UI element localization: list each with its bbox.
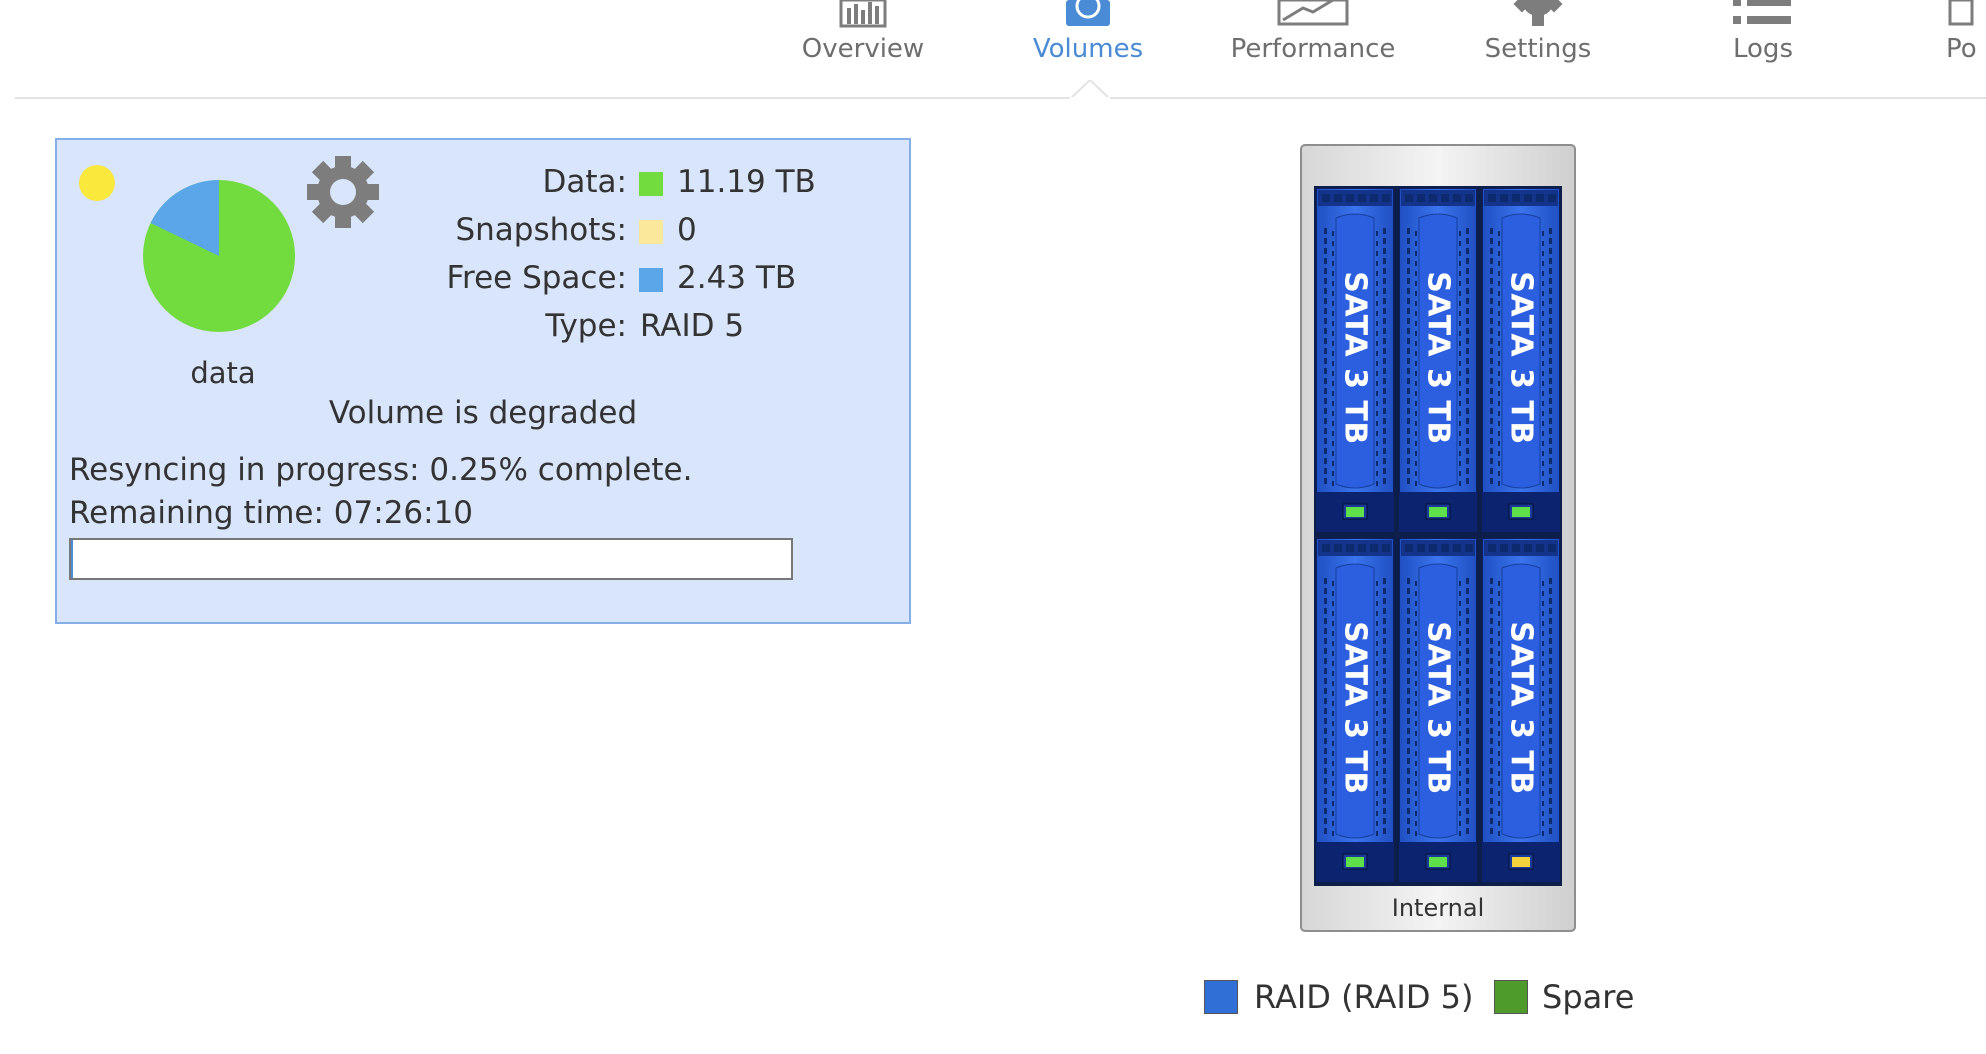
performance-icon bbox=[1277, 0, 1349, 26]
stat-label: Free Space: bbox=[446, 260, 627, 296]
top-navigation: Overview Volumes Performance Settings Lo… bbox=[0, 0, 1986, 100]
volume-status-indicator bbox=[79, 165, 115, 201]
volume-usage-pie-chart bbox=[143, 180, 295, 332]
stat-value: 2.43 TB bbox=[677, 260, 797, 296]
volume-degraded-message: Volume is degraded bbox=[328, 395, 638, 431]
disk-bay[interactable]: SATA 3 TB bbox=[1399, 188, 1477, 532]
list-icon bbox=[1733, 0, 1791, 24]
resync-progress-bar bbox=[69, 538, 793, 580]
nav-tab-performance[interactable]: Performance bbox=[1213, 0, 1413, 80]
free-space-color-swatch bbox=[639, 268, 663, 292]
disk-bay[interactable]: SATA 3 TB bbox=[1316, 538, 1394, 882]
disk-bay[interactable]: SATA 3 TB bbox=[1482, 188, 1560, 532]
disk-label: SATA 3 TB bbox=[1337, 621, 1373, 795]
resync-remaining-time: Remaining time: 07:26:10 bbox=[69, 495, 474, 531]
nav-tab-label: Performance bbox=[1230, 34, 1396, 64]
spare-legend-swatch bbox=[1494, 980, 1528, 1014]
disk-status-led bbox=[1512, 857, 1530, 867]
disk-bay[interactable]: SATA 3 TB bbox=[1399, 538, 1477, 882]
nav-tab-label: Settings bbox=[1484, 34, 1592, 64]
nav-tab-power[interactable]: Po bbox=[1936, 0, 1986, 80]
disk-label: SATA 3 TB bbox=[1503, 621, 1539, 795]
stat-value: RAID 5 bbox=[640, 308, 745, 344]
nav-tab-label: Overview bbox=[801, 34, 925, 64]
stat-label: Type: bbox=[545, 308, 627, 344]
raid-legend-swatch bbox=[1204, 980, 1238, 1014]
spare-legend-label: Spare bbox=[1542, 978, 1635, 1016]
stat-value: 0 bbox=[677, 212, 697, 248]
nav-tab-overview[interactable]: Overview bbox=[783, 0, 943, 80]
disk-enclosure: SATA 3 TB SATA 3 TB SATA 3 TB SATA 3 TB … bbox=[1300, 144, 1576, 932]
power-icon bbox=[1948, 0, 1974, 26]
disk-bay[interactable]: SATA 3 TB bbox=[1482, 538, 1560, 882]
resync-progress-fill bbox=[71, 540, 73, 578]
disk-label: SATA 3 TB bbox=[1420, 271, 1456, 445]
enclosure-label: Internal bbox=[1391, 894, 1485, 922]
nav-tab-label: Volumes bbox=[1032, 34, 1144, 64]
nav-divider bbox=[15, 97, 1986, 99]
disk-status-led bbox=[1346, 507, 1364, 517]
disk-status-led bbox=[1429, 507, 1447, 517]
nav-tab-label: Po bbox=[1946, 34, 1977, 64]
volumes-icon bbox=[1066, 0, 1110, 26]
volume-card[interactable]: data Data: 11.19 TB Snapshots: 0 Free Sp… bbox=[55, 138, 911, 624]
stat-label: Snapshots: bbox=[455, 212, 627, 248]
nav-tab-label: Logs bbox=[1733, 34, 1793, 64]
disk-label: SATA 3 TB bbox=[1337, 271, 1373, 445]
volume-name: data bbox=[190, 356, 256, 390]
disk-status-led bbox=[1512, 507, 1530, 517]
disk-bay[interactable]: SATA 3 TB bbox=[1316, 188, 1394, 532]
stat-value: 11.19 TB bbox=[677, 164, 816, 200]
disk-status-led bbox=[1346, 857, 1364, 867]
bar-chart-icon bbox=[839, 0, 887, 28]
stat-label: Data: bbox=[542, 164, 627, 200]
disk-status-led bbox=[1429, 857, 1447, 867]
active-tab-indicator bbox=[1070, 80, 1110, 100]
volume-settings-gear-icon[interactable] bbox=[305, 154, 381, 230]
nav-tab-volumes[interactable]: Volumes bbox=[1008, 0, 1168, 80]
raid-legend-label: RAID (RAID 5) bbox=[1254, 978, 1474, 1016]
nav-tab-logs[interactable]: Logs bbox=[1683, 0, 1843, 80]
disk-label: SATA 3 TB bbox=[1503, 271, 1539, 445]
resync-progress-text: Resyncing in progress: 0.25% complete. bbox=[69, 452, 693, 488]
data-color-swatch bbox=[639, 172, 663, 196]
nav-tab-settings[interactable]: Settings bbox=[1458, 0, 1618, 80]
gear-icon bbox=[1513, 0, 1563, 26]
disk-label: SATA 3 TB bbox=[1420, 621, 1456, 795]
snapshots-color-swatch bbox=[639, 220, 663, 244]
